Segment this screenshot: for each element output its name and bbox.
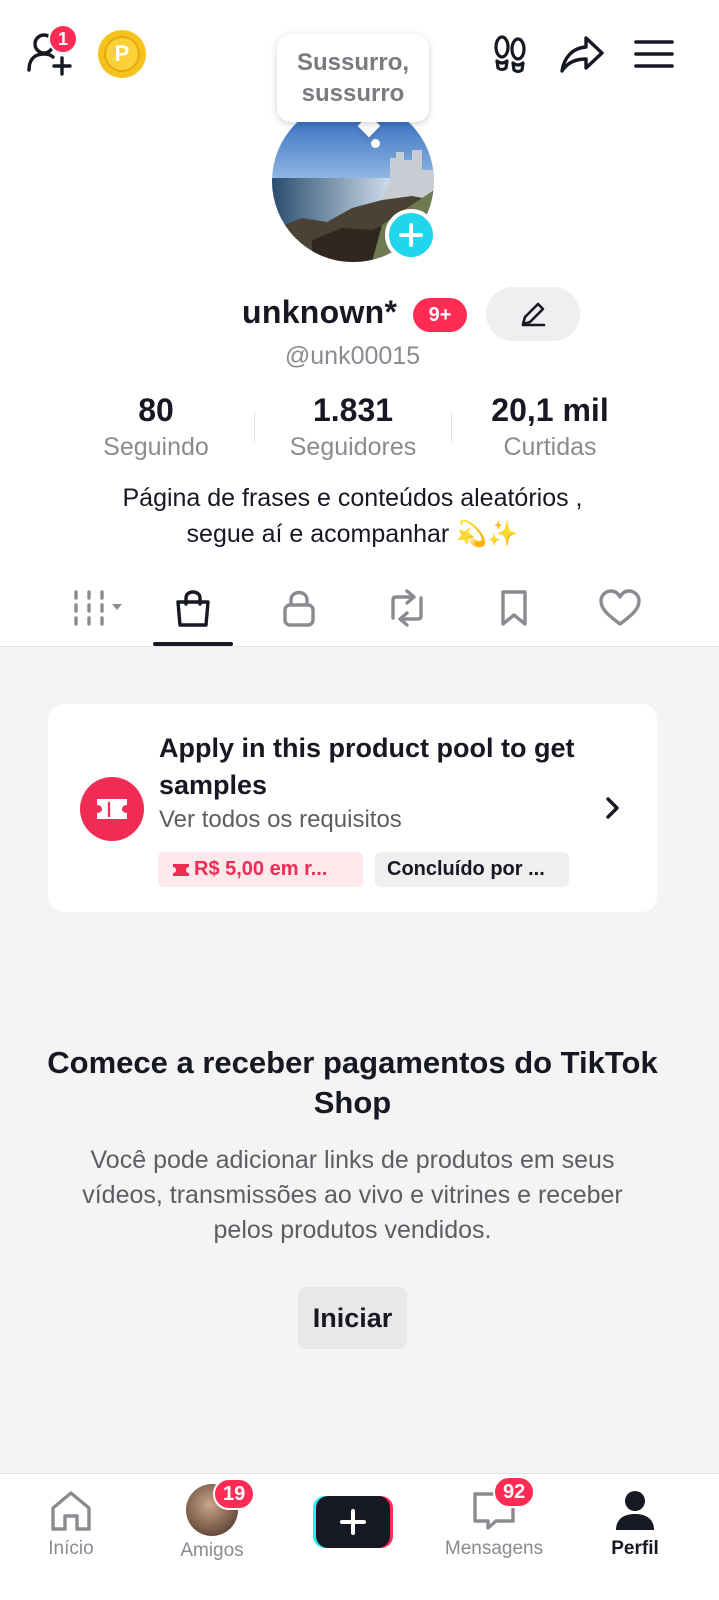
heart-icon bbox=[599, 589, 641, 626]
notification-badge: 1 bbox=[48, 24, 78, 54]
promo-description: Você pode adicionar links de produtos em… bbox=[82, 1146, 623, 1244]
messages-badge: 92 bbox=[493, 1476, 536, 1508]
tab-reposts[interactable] bbox=[367, 582, 447, 634]
display-name: unknown* bbox=[242, 294, 398, 330]
reward-tag: R$ 5,00 em r... bbox=[158, 852, 363, 887]
friends-badge: 19 bbox=[213, 1478, 256, 1510]
promo-title: Comece a receber pagamentos do TikTok Sh… bbox=[47, 1045, 658, 1120]
share-button[interactable] bbox=[558, 30, 606, 78]
grid-columns-icon bbox=[74, 590, 122, 626]
stat-label: Seguindo bbox=[103, 433, 209, 461]
profile-bio: Página de frases e conteúdos aleatórios … bbox=[0, 480, 705, 552]
pencil-icon bbox=[521, 302, 546, 327]
nav-label: Início bbox=[48, 1538, 94, 1559]
bookmark-icon bbox=[501, 590, 527, 626]
status-bubble[interactable]: Sussurro, sussurro bbox=[277, 34, 429, 122]
create-button[interactable] bbox=[311, 1494, 395, 1550]
stat-label: Curtidas bbox=[503, 433, 597, 461]
coins-button[interactable]: P bbox=[98, 30, 146, 78]
repost-icon bbox=[391, 589, 423, 627]
tab-private[interactable] bbox=[259, 582, 339, 634]
hamburger-menu-icon bbox=[634, 40, 674, 68]
bubble-dot bbox=[371, 139, 380, 148]
ticket-small-icon bbox=[173, 863, 189, 876]
card-subtitle[interactable]: Ver todos os requisitos bbox=[159, 806, 402, 834]
tab-favorites[interactable] bbox=[474, 582, 554, 634]
nav-profile[interactable]: Perfil bbox=[570, 1474, 700, 1574]
coin-icon: P bbox=[104, 36, 140, 72]
share-icon bbox=[560, 36, 604, 73]
add-friend-button[interactable]: 1 bbox=[26, 24, 82, 76]
nav-label: Perfil bbox=[611, 1538, 659, 1559]
profile-icon bbox=[616, 1491, 654, 1530]
bottom-navigation: Início Amigos 19 Mensagens 92 Perfil bbox=[0, 1473, 719, 1600]
stat-value: 1.831 bbox=[312, 392, 394, 428]
stat-value: 80 bbox=[138, 392, 174, 428]
nav-label: Amigos bbox=[180, 1540, 244, 1561]
tab-liked[interactable] bbox=[580, 582, 660, 634]
nav-messages[interactable]: Mensagens 92 bbox=[429, 1474, 559, 1574]
menu-button[interactable] bbox=[630, 30, 678, 78]
username: @unk00015 bbox=[284, 342, 421, 370]
edit-profile-button[interactable] bbox=[486, 287, 580, 341]
start-button[interactable]: Iniciar bbox=[298, 1287, 407, 1349]
nav-friends[interactable]: Amigos 19 bbox=[147, 1474, 277, 1574]
reward-tag-label: R$ 5,00 em r... bbox=[194, 858, 328, 880]
chevron-right-icon bbox=[606, 797, 619, 819]
bio-line: segue aí e acompanhar 💫✨ bbox=[186, 520, 519, 548]
product-pool-card[interactable]: Apply in this product pool to get sample… bbox=[48, 704, 657, 912]
stat-value: 20,1 mil bbox=[491, 392, 609, 428]
stat-label: Seguidores bbox=[289, 433, 417, 461]
create-plus-icon bbox=[313, 1496, 393, 1548]
nav-label: Mensagens bbox=[444, 1538, 544, 1559]
name-badge[interactable]: 9+ bbox=[413, 298, 467, 332]
tab-videos[interactable] bbox=[52, 582, 132, 634]
shopping-bag-icon bbox=[176, 590, 210, 627]
ticket-icon-wrapper bbox=[80, 777, 144, 841]
status-tag: Concluído por ... bbox=[375, 852, 569, 887]
card-title: Apply in this product pool to get sample… bbox=[159, 733, 575, 800]
bio-line: Página de frases e conteúdos aleatórios … bbox=[122, 484, 583, 512]
home-icon bbox=[51, 1491, 91, 1531]
ticket-icon bbox=[97, 799, 127, 819]
tab-shop[interactable] bbox=[153, 582, 233, 634]
footprints-icon bbox=[494, 35, 526, 74]
lock-icon bbox=[283, 590, 315, 627]
stat-following[interactable]: 80 Seguindo bbox=[56, 392, 256, 462]
plus-icon bbox=[399, 223, 423, 247]
stat-likes[interactable]: 20,1 mil Curtidas bbox=[450, 392, 650, 462]
stat-followers[interactable]: 1.831 Seguidores bbox=[253, 392, 453, 462]
nav-home[interactable]: Início bbox=[6, 1474, 136, 1574]
add-avatar-button[interactable] bbox=[385, 209, 437, 261]
footprints-button[interactable] bbox=[486, 30, 534, 78]
